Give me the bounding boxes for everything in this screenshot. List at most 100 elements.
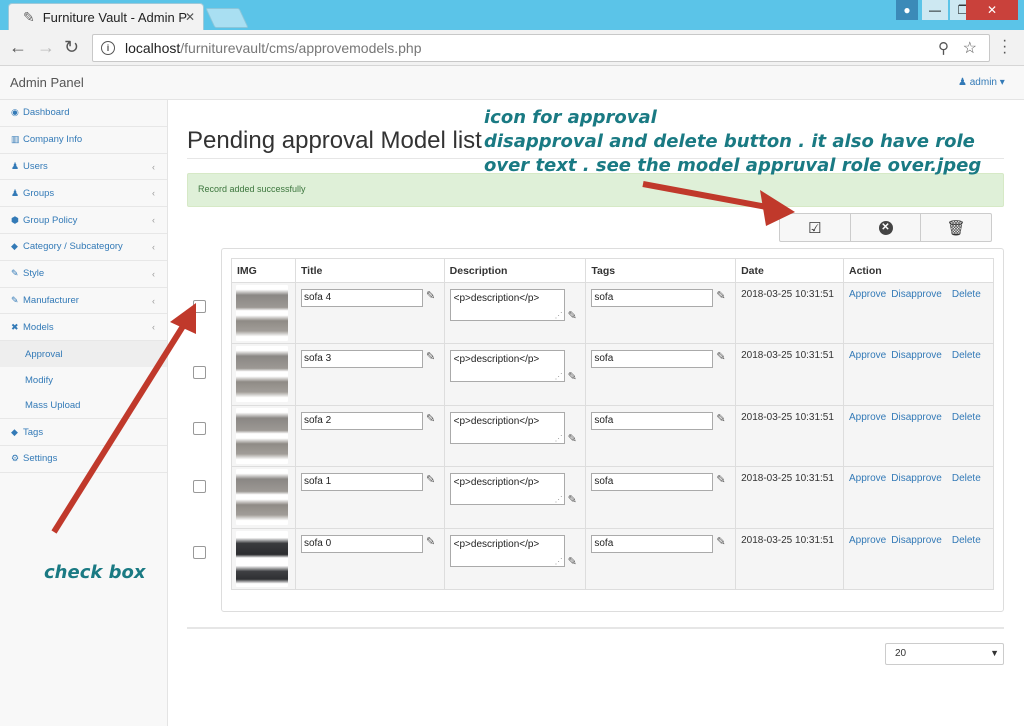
approve-link[interactable]: Approve (849, 289, 886, 300)
sidebar-item-models[interactable]: ✖ Models ‹ (0, 314, 167, 342)
disapprove-link[interactable]: Disapprove (891, 350, 942, 361)
delete-link[interactable]: Delete (952, 412, 981, 423)
tab-close-icon[interactable]: ✕ (185, 10, 195, 24)
delete-link[interactable]: Delete (952, 473, 981, 484)
delete-link[interactable]: Delete (952, 535, 981, 546)
sidebar-item-dashboard[interactable]: ◉ Dashboard (0, 100, 167, 127)
disapprove-link[interactable]: Disapprove (891, 289, 942, 300)
row-checkbox[interactable] (193, 546, 206, 559)
resize-grip-icon[interactable]: ⋰ (555, 311, 563, 320)
minimize-button[interactable]: — (922, 0, 948, 20)
resize-grip-icon[interactable]: ⋰ (555, 495, 563, 504)
action-cell: Approve Disapprove Delete (843, 466, 994, 529)
edit-icon[interactable]: ✎ (568, 555, 577, 568)
edit-icon[interactable]: ✎ (426, 412, 435, 425)
bulk-disapprove-button[interactable]: ✕ (851, 214, 922, 241)
row-checkbox[interactable] (193, 300, 206, 313)
browser-menu-icon[interactable]: · · · (1002, 33, 1007, 61)
resize-grip-icon[interactable]: ⋰ (555, 372, 563, 381)
forward-arrow-icon[interactable]: → (37, 37, 55, 58)
sidebar-item-company-info[interactable]: ▥ Company Info (0, 127, 167, 154)
profile-icon[interactable]: ● (896, 0, 918, 20)
sidebar-subitem-mass-upload[interactable]: Mass Upload (0, 393, 167, 420)
disapprove-link[interactable]: Disapprove (891, 473, 942, 484)
delete-link[interactable]: Delete (952, 350, 981, 361)
sidebar-item-group-policy[interactable]: ⬢ Group Policy ‹ (0, 207, 167, 234)
edit-icon[interactable]: ✎ (716, 289, 725, 302)
page-size-select[interactable]: 20 ▼ (885, 643, 1004, 665)
user-menu[interactable]: ♟ admin ▾ (958, 77, 1005, 88)
approve-link[interactable]: Approve (849, 412, 886, 423)
resize-grip-icon[interactable]: ⋰ (555, 434, 563, 443)
sidebar-item-users[interactable]: ♟ Users ‹ (0, 154, 167, 181)
approve-link[interactable]: Approve (849, 473, 886, 484)
description-textarea[interactable]: <p>description</p> ⋰ (449, 289, 565, 321)
edit-icon[interactable]: ✎ (568, 493, 577, 506)
tags-cell: sofa ✎ (585, 466, 737, 529)
bookmark-star-icon[interactable]: ☆ (963, 38, 977, 58)
tags-input[interactable]: sofa (591, 473, 714, 492)
title-input[interactable]: sofa 2 (300, 411, 423, 430)
bulk-delete-button[interactable]: 🗑 (921, 214, 991, 241)
tags-input[interactable]: sofa (591, 411, 714, 430)
title-input[interactable]: sofa 1 (300, 473, 423, 492)
description-textarea[interactable]: <p>description</p> ⋰ (449, 350, 565, 383)
caret-down-icon: ▾ (999, 77, 1005, 88)
edit-icon[interactable]: ✎ (426, 535, 435, 548)
title-input[interactable]: sofa 3 (300, 350, 423, 369)
edit-icon[interactable]: ✎ (426, 289, 435, 302)
disapprove-link[interactable]: Disapprove (891, 535, 942, 546)
edit-icon[interactable]: ✎ (568, 370, 577, 383)
close-window-button[interactable]: ✕ (966, 0, 1018, 20)
dashboard-icon: ◉ (11, 107, 19, 118)
zoom-icon[interactable]: ⚲ (938, 39, 949, 57)
sidebar-item-style[interactable]: ✎ Style ‹ (0, 261, 167, 288)
edit-icon[interactable]: ✎ (568, 432, 577, 445)
description-textarea[interactable]: <p>description</p> ⋰ (449, 473, 565, 506)
row-checkbox[interactable] (193, 480, 206, 493)
row-checkbox[interactable] (193, 366, 206, 379)
model-thumbnail[interactable] (236, 530, 288, 587)
model-thumbnail[interactable] (236, 469, 288, 526)
bulk-approve-button[interactable]: ☑ (780, 214, 851, 241)
edit-icon[interactable]: ✎ (426, 473, 435, 486)
sidebar-item-manufacturer[interactable]: ✎ Manufacturer ‹ (0, 288, 167, 315)
delete-link[interactable]: Delete (952, 289, 981, 300)
new-tab-button[interactable] (205, 8, 249, 28)
resize-grip-icon[interactable]: ⋰ (555, 557, 563, 566)
edit-icon[interactable]: ✎ (716, 412, 725, 425)
sidebar-item-label: Models (23, 321, 54, 333)
tags-input[interactable]: sofa (591, 534, 714, 553)
title-input[interactable]: sofa 0 (300, 534, 423, 553)
tags-input[interactable]: sofa (591, 289, 714, 307)
info-icon[interactable]: i (101, 41, 115, 55)
sidebar-item-settings[interactable]: ⚙ Settings (0, 446, 167, 473)
tags-cell: sofa ✎ (585, 281, 737, 345)
edit-icon[interactable]: ✎ (716, 535, 725, 548)
edit-icon[interactable]: ✎ (716, 350, 725, 363)
model-thumbnail[interactable] (236, 407, 288, 464)
edit-icon[interactable]: ✎ (568, 309, 577, 322)
model-thumbnail[interactable] (236, 346, 288, 403)
row-checkbox[interactable] (193, 422, 206, 435)
approve-link[interactable]: Approve (849, 535, 886, 546)
approve-link[interactable]: Approve (849, 350, 886, 361)
sidebar-item-tags[interactable]: ◆ Tags (0, 419, 167, 446)
browser-tab[interactable]: ✎ Furniture Vault - Admin P ✕ (8, 3, 204, 30)
sidebar-subitem-modify[interactable]: Modify (0, 367, 167, 393)
tags-input[interactable]: sofa (591, 350, 714, 369)
description-textarea[interactable]: <p>description</p> ⋰ (449, 411, 565, 444)
address-bar[interactable]: i localhost/furniturevault/cms/approvemo… (92, 34, 990, 62)
sidebar-item-groups[interactable]: ♟ Groups ‹ (0, 180, 167, 208)
disapprove-link[interactable]: Disapprove (891, 412, 942, 423)
brand-title[interactable]: Admin Panel (10, 75, 84, 90)
sidebar-subitem-approval[interactable]: Approval (0, 341, 167, 368)
edit-icon[interactable]: ✎ (426, 350, 435, 363)
reload-icon[interactable]: ↻ (64, 37, 79, 58)
edit-icon[interactable]: ✎ (716, 473, 725, 486)
model-thumbnail[interactable] (236, 285, 288, 341)
back-arrow-icon[interactable]: ← (9, 37, 27, 58)
sidebar-item-category[interactable]: ◆ Category / Subcategory ‹ (0, 234, 167, 261)
description-textarea[interactable]: <p>description</p> ⋰ (449, 534, 565, 567)
title-input[interactable]: sofa 4 (300, 289, 423, 307)
